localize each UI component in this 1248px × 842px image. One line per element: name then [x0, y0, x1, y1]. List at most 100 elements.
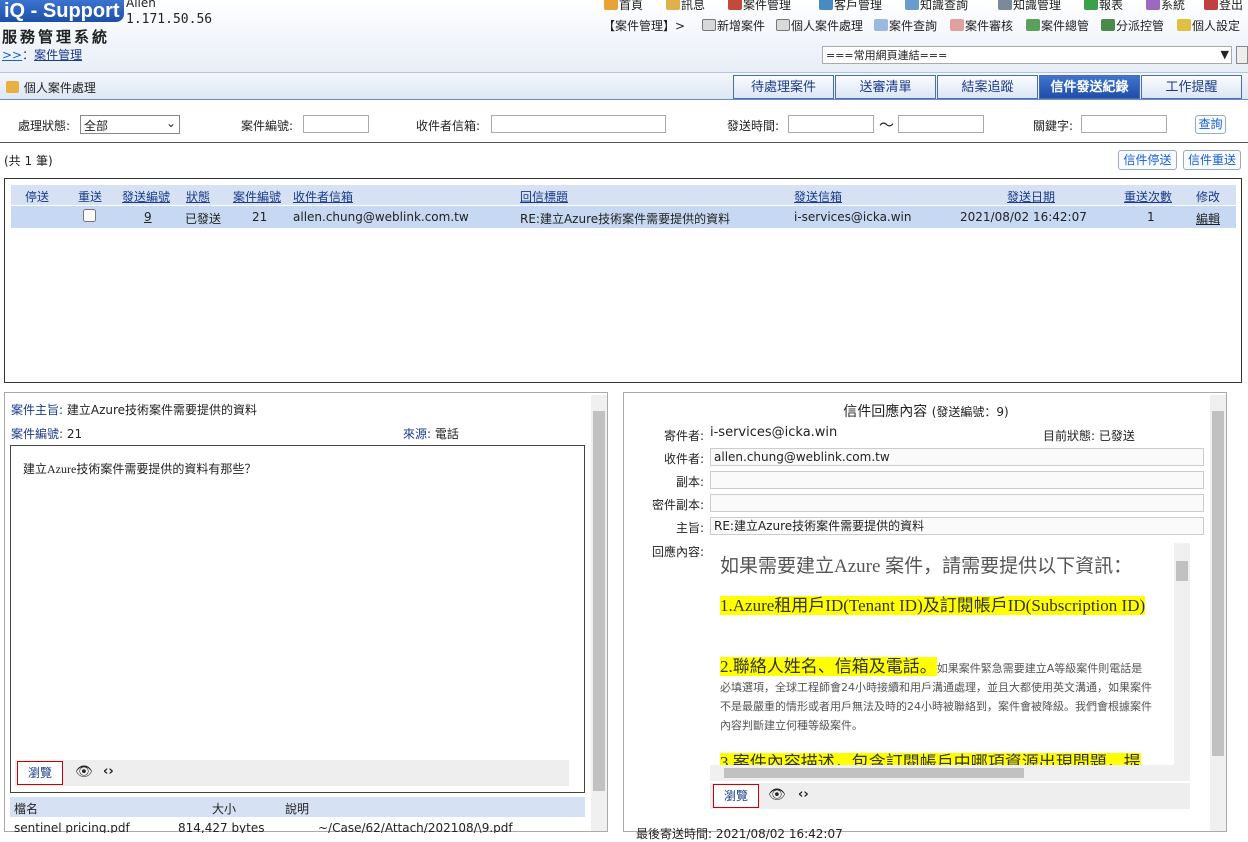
subnav-personal-cases[interactable]: 個人案件處理 — [776, 17, 863, 34]
common-links-select[interactable]: ===常用網頁連結=== ▼ — [822, 46, 1232, 64]
mail-reply-panel: 信件回應內容 (發送編號：9) 寄件者: i-services@icka.win… — [623, 392, 1227, 841]
topnav-case-management[interactable]: 案件管理 — [728, 0, 791, 13]
topnav-knowledge-management[interactable]: 知識管理 — [998, 0, 1061, 13]
topnav-customer[interactable]: 客戶管理 — [819, 0, 882, 13]
bcc-field[interactable] — [710, 494, 1204, 512]
subnav-case-query[interactable]: 案件查詢 — [874, 17, 937, 34]
subnav-personal-settings[interactable]: 個人設定 — [1177, 17, 1240, 34]
sender-value: i-services@icka.win — [710, 425, 838, 440]
tab-closed-tracking[interactable]: 結案追蹤 — [937, 75, 1038, 99]
breadcrumb-link[interactable]: 案件管理 — [34, 48, 82, 62]
range-tilde: ～ — [879, 116, 895, 134]
attach-size: 814,427 bytes — [178, 821, 265, 833]
topnav-logout[interactable]: 登出 — [1204, 0, 1243, 13]
case-subject-label: 案件主旨: — [11, 403, 64, 417]
reply-content-editor[interactable]: 如果需要建立Azure 案件，請需要提供以下資訊： 1.Azure租用戶ID(T… — [710, 543, 1192, 781]
keyword-input[interactable] — [1081, 115, 1167, 133]
right-scroll-thumb[interactable] — [1212, 411, 1224, 756]
tab-work-reminder[interactable]: 工作提醒 — [1141, 75, 1242, 99]
topnav-report[interactable]: 報表 — [1084, 0, 1123, 13]
topnav-system[interactable]: 系統 — [1146, 0, 1185, 13]
search-icon — [905, 0, 919, 10]
system-name: 服務管理系統 — [2, 28, 111, 46]
preview-eye-icon[interactable]: 👁 — [75, 764, 93, 780]
table-row[interactable]: 9 已發送 21 allen.chung@weblink.com.tw RE:建… — [11, 206, 1236, 228]
reply-scroll-thumb[interactable] — [1176, 561, 1188, 581]
col-recipient[interactable]: 收件者信箱 — [293, 188, 353, 205]
col-subject[interactable]: 回信標題 — [520, 188, 568, 205]
breadcrumb-separator: ： — [22, 48, 35, 62]
edit-link[interactable]: 編輯 — [1196, 210, 1220, 227]
reply-preview-eye-icon[interactable]: 👁 — [768, 787, 786, 803]
col-send-no[interactable]: 發送編號 — [122, 188, 170, 205]
topnav-knowledge-query[interactable]: 知識查詢 — [905, 0, 968, 13]
edge-button[interactable] — [1236, 46, 1248, 64]
subject-label: 主旨: — [675, 521, 704, 535]
stop-send-button[interactable]: 信件停送 — [1118, 150, 1177, 170]
reply-browse-button[interactable]: 瀏覽 — [713, 784, 759, 808]
query-button[interactable]: 查詢 — [1195, 115, 1226, 134]
resend-checkbox[interactable] — [83, 209, 96, 225]
new-doc-icon — [702, 19, 716, 31]
bcc-label: 密件副本: — [651, 498, 704, 512]
resend-button[interactable]: 信件重送 — [1183, 150, 1241, 170]
case-icon — [728, 0, 742, 10]
browse-button[interactable]: 瀏覽 — [17, 761, 63, 785]
recipient-label: 收件者信箱: — [416, 119, 481, 133]
reply-hscroll-thumb[interactable] — [724, 768, 1024, 778]
send-time-to-input[interactable] — [898, 115, 984, 133]
col-sender[interactable]: 發送信箱 — [794, 188, 842, 205]
case-subject: 建立Azure技術案件需要提供的資料 — [66, 403, 258, 417]
subnav-case-review[interactable]: 案件審核 — [950, 17, 1013, 34]
reply-hscrollbar[interactable] — [710, 765, 1190, 781]
current-status-label: 目前狀態: — [1043, 429, 1096, 443]
tab-review-list[interactable]: 送審清單 — [835, 75, 936, 99]
source-row: 來源: 電話 — [403, 425, 459, 442]
case-content-editor[interactable]: 建立Azure技術案件需要提供的資料有那些？ 瀏覽 👁 ‹› — [10, 445, 585, 793]
tab-mail-log[interactable]: 信件發送紀錄 — [1039, 75, 1140, 99]
topnav-home[interactable]: 首頁 — [604, 0, 643, 13]
col-date[interactable]: 發送日期 — [1007, 188, 1055, 205]
attachment-row[interactable]: sentinel pricing.pdf 814,427 bytes ~/Cas… — [10, 818, 585, 833]
sender-label: 寄件者: — [663, 429, 704, 443]
system-icon — [1146, 0, 1160, 10]
tab-pending-cases[interactable]: 待處理案件 — [733, 75, 834, 99]
mail-icon — [666, 0, 680, 10]
user-name: Allen — [126, 0, 156, 10]
attach-name[interactable]: sentinel pricing.pdf — [14, 821, 130, 833]
reply-source-code-icon[interactable]: ‹› — [798, 787, 809, 802]
subnav-new-case[interactable]: 新增案件 — [702, 17, 765, 34]
cc-field[interactable] — [710, 471, 1204, 489]
case-no-input[interactable] — [303, 115, 369, 133]
current-status: 目前狀態: 已發送 — [1043, 427, 1135, 444]
search-icon — [874, 19, 888, 31]
left-panel-scrollbar[interactable] — [591, 395, 607, 831]
logout-icon — [1204, 0, 1218, 10]
doc-icon — [776, 19, 790, 31]
to-field[interactable]: allen.chung@weblink.com.tw — [710, 448, 1204, 466]
right-panel-scrollbar[interactable] — [1210, 395, 1226, 831]
col-resend-count[interactable]: 重送次數 — [1124, 188, 1172, 205]
recipient-input[interactable] — [491, 115, 666, 133]
left-scroll-thumb[interactable] — [593, 411, 605, 791]
chevron-down-icon: ▼ — [1220, 48, 1229, 61]
send-no-link[interactable]: 9 — [144, 210, 152, 224]
subject-field[interactable]: RE:建立Azure技術案件需要提供的資料 — [710, 517, 1204, 535]
app-header: iQ - Support Allen 1.171.50.56 服務管理系統 >>… — [0, 0, 1248, 72]
subnav-dispatch[interactable]: 分派控管 — [1101, 17, 1164, 34]
reply-title-suffix: (發送編號：9) — [931, 405, 1009, 419]
record-count: (共 1 筆) — [4, 154, 53, 168]
col-case-no[interactable]: 案件編號 — [233, 188, 281, 205]
source-code-icon[interactable]: ‹› — [103, 764, 114, 779]
status-select[interactable]: 全部 ⌄ — [80, 115, 180, 134]
col-status[interactable]: 狀態 — [186, 188, 210, 205]
subnav-case-admin[interactable]: 案件總管 — [1026, 17, 1089, 34]
topnav-messages[interactable]: 訊息 — [666, 0, 705, 13]
reply-scrollbar[interactable] — [1174, 543, 1190, 765]
breadcrumb: >>：案件管理 — [2, 46, 82, 63]
breadcrumb-arrow[interactable]: >> — [2, 48, 22, 62]
send-time-from-input[interactable] — [788, 115, 874, 133]
attach-path: ~/Case/62/Attach/202108/\9.pdf — [318, 821, 513, 833]
row-status: 已發送 — [185, 212, 222, 226]
current-status-value: 已發送 — [1098, 429, 1135, 443]
